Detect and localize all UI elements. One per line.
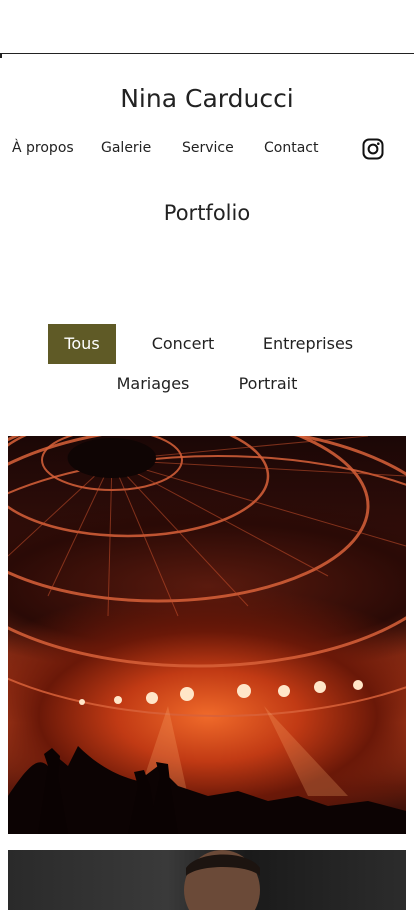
gallery-photo-concert[interactable] <box>8 436 406 834</box>
portrait-illustration <box>184 850 260 910</box>
gallery-filters: Tous Concert Entreprises Mariages Portra… <box>0 324 414 404</box>
concert-scene-illustration <box>8 436 406 834</box>
nav-link-service[interactable]: Service <box>182 140 234 156</box>
instagram-icon[interactable] <box>362 138 384 160</box>
main-nav: À propos Galerie Service Contact <box>0 138 414 160</box>
top-divider <box>0 53 414 58</box>
filter-business-button[interactable]: Entreprises <box>252 324 364 364</box>
filter-portrait-button[interactable]: Portrait <box>228 364 308 404</box>
filter-weddings-button[interactable]: Mariages <box>108 364 198 404</box>
filter-all-button[interactable]: Tous <box>48 324 116 364</box>
filter-concert-button[interactable]: Concert <box>140 324 226 364</box>
nav-link-contact[interactable]: Contact <box>264 140 318 156</box>
gallery-photo-portrait[interactable] <box>8 850 406 910</box>
nav-link-gallery[interactable]: Galerie <box>101 140 151 156</box>
site-title: Nina Carducci <box>120 84 294 113</box>
nav-link-about[interactable]: À propos <box>12 140 74 156</box>
portfolio-title: Portfolio <box>163 201 251 225</box>
